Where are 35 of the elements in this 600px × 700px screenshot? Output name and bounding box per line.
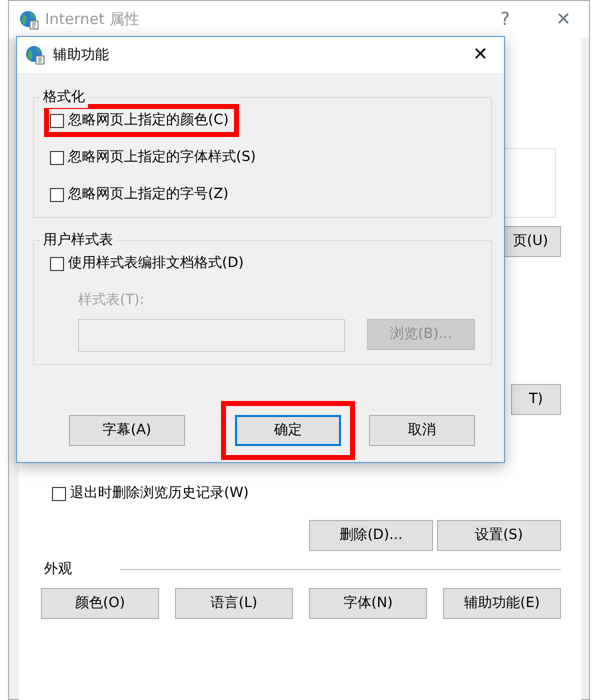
globe-icon	[19, 10, 39, 30]
checkbox[interactable]	[50, 256, 64, 270]
section-title: 外观	[44, 560, 72, 579]
history-button[interactable]: 删除(D)...	[309, 520, 433, 551]
dialog-button[interactable]: 取消	[369, 415, 475, 446]
checkbox-label: 忽略网页上指定的字号(Z)	[68, 185, 229, 204]
tab-button[interactable]: T)	[511, 384, 561, 415]
appearance-button[interactable]: 辅助功能(E)	[443, 588, 561, 619]
checkbox-row[interactable]: 退出时删除浏览历史记录(W)	[52, 483, 561, 504]
checkbox[interactable]	[50, 114, 64, 128]
checkbox-row[interactable]: 使用样式表编排文档格式(D)	[50, 253, 475, 274]
checkbox[interactable]	[50, 150, 64, 164]
field-label: 样式表(T):	[78, 291, 146, 310]
history-button[interactable]: 设置(S)	[437, 520, 561, 551]
checkbox-label: 忽略网页上指定的字体样式(S)	[68, 148, 256, 167]
group-title: 格式化	[40, 87, 88, 108]
appearance-button[interactable]: 颜色(O)	[41, 588, 159, 619]
close-button[interactable]: ✕	[464, 46, 496, 64]
checkbox-row[interactable]: 忽略网页上指定的字体样式(S)	[50, 147, 475, 168]
checkbox-row[interactable]: 忽略网页上指定的颜色(C)	[50, 110, 233, 131]
checkbox[interactable]	[50, 188, 64, 202]
dialog-button[interactable]: 字幕(A)	[69, 415, 185, 446]
help-button[interactable]: ?	[492, 10, 518, 28]
checkbox-label: 使用样式表编排文档格式(D)	[68, 254, 244, 273]
appearance-button[interactable]: 字体(N)	[309, 588, 427, 619]
dialog-title: 辅助功能	[53, 46, 109, 64]
checkbox-row[interactable]: 忽略网页上指定的字号(Z)	[50, 184, 475, 205]
globe-icon	[25, 45, 45, 65]
window-title: Internet 属性	[45, 9, 140, 30]
close-button[interactable]: ✕	[548, 10, 579, 28]
checkbox[interactable]	[52, 486, 66, 500]
checkbox-label: 忽略网页上指定的颜色(C)	[68, 111, 229, 130]
dialog-button[interactable]: 确定	[235, 415, 341, 446]
checkbox-label: 退出时删除浏览历史记录(W)	[70, 484, 249, 503]
appearance-button[interactable]: 语言(L)	[175, 588, 293, 619]
